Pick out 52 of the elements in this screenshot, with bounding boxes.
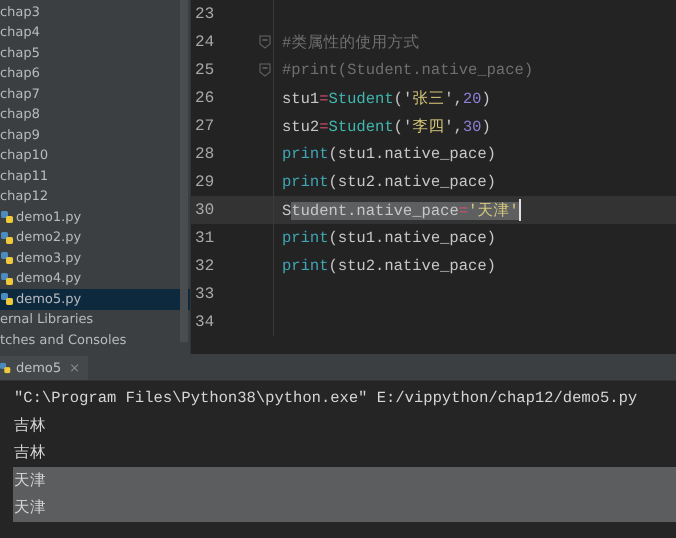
line-number: 23	[194, 5, 216, 23]
fold-marker-icon[interactable]	[259, 35, 271, 49]
line-number: 25	[194, 61, 216, 79]
code-line: print(stu1.native_pace)	[282, 229, 496, 247]
line-number: 33	[194, 285, 216, 303]
tree-item[interactable]: ernal Libraries	[0, 310, 190, 330]
code-line: #类属性的使用方式	[282, 32, 420, 52]
code-line: #print(Student.native_pace)	[282, 61, 534, 79]
line-number: 29	[194, 173, 216, 191]
code-line: print(stu2.native_pace)	[282, 257, 496, 275]
python-file-icon	[0, 251, 14, 266]
python-file-icon	[0, 361, 12, 375]
run-tab[interactable]: demo5 ×	[0, 356, 88, 380]
code-line: print(stu1.native_pace)	[282, 145, 496, 163]
tree-item[interactable]: tches and Consoles	[0, 330, 190, 350]
tree-item[interactable]: chap3	[0, 2, 190, 22]
line-number: 34	[194, 313, 216, 331]
tree-item[interactable]: demo1.py	[0, 207, 190, 228]
tree-item[interactable]: chap11	[0, 166, 190, 186]
line-number: 28	[194, 145, 216, 163]
python-file-icon	[0, 292, 14, 306]
python-file-icon	[0, 272, 14, 286]
tree-item[interactable]: chap4	[0, 22, 190, 43]
python-file-icon	[0, 210, 14, 224]
tree-item[interactable]: chap5	[0, 43, 190, 64]
code-line: stu2=Student('李四',30)	[282, 116, 491, 136]
line-number: 32	[194, 257, 216, 275]
line-number: 30	[194, 201, 216, 219]
code-line: print(stu2.native_pace)	[282, 173, 496, 191]
python-file-icon	[0, 230, 14, 245]
tree-item[interactable]: chap7	[0, 84, 190, 104]
fold-marker-icon[interactable]	[259, 63, 271, 77]
line-number: 26	[194, 89, 216, 107]
scrollbar[interactable]	[180, 0, 188, 342]
tree-item[interactable]: demo3.py	[0, 248, 190, 268]
tree-item[interactable]: chap12	[0, 186, 190, 207]
tree-item[interactable]: demo5.py	[0, 289, 190, 310]
tree-item[interactable]: chap10	[0, 146, 190, 166]
text-caret	[518, 199, 521, 221]
console-output-line: 吉林	[13, 416, 47, 437]
tree-item[interactable]: chap8	[0, 104, 190, 125]
tree-item[interactable]: demo2.py	[0, 228, 190, 248]
console-output-line: "C:\Program Files\Python38\python.exe" E:/vippython/chap12/demo5.py	[13, 388, 638, 409]
code-line: stu1=Student('张三',20)	[282, 88, 491, 108]
tree-item[interactable]: chap9	[0, 125, 190, 146]
code-line: Student.native_pace='天津'	[282, 200, 519, 220]
console-output-line: 吉林	[13, 443, 47, 464]
tree-item[interactable]: demo4.py	[0, 268, 190, 289]
line-number: 27	[194, 117, 216, 135]
line-number: 24	[194, 33, 216, 51]
line-number: 31	[194, 229, 216, 247]
tree-item[interactable]: chap6	[0, 64, 190, 84]
